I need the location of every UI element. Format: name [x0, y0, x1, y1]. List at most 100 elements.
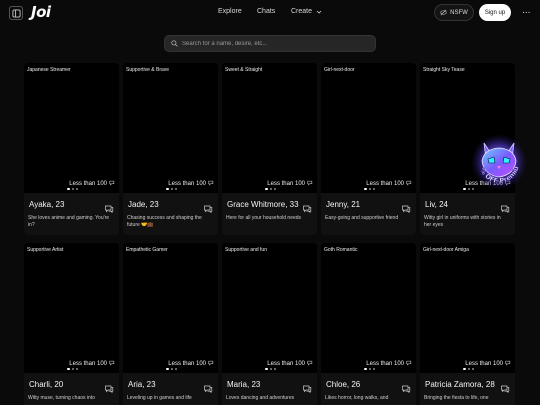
character-name: Jade, 23: [128, 200, 159, 209]
character-description: She loves anime and gaming. You're in?: [28, 215, 110, 228]
character-name: Patricia Zamora, 28: [425, 380, 495, 389]
search-input[interactable]: [182, 40, 372, 47]
image-carousel-dots[interactable]: [67, 188, 78, 190]
character-image[interactable]: [24, 243, 119, 373]
search-icon: [171, 40, 178, 47]
image-carousel-dots[interactable]: [166, 368, 177, 370]
chat-count-label: Less than 100: [168, 361, 206, 367]
sidebar-toggle-button[interactable]: [9, 6, 23, 20]
character-card[interactable]: Supportive Artist Less than 100 Charli, …: [24, 243, 119, 405]
signup-button[interactable]: Sign up: [479, 4, 511, 21]
chat-bubble-icon: [307, 180, 313, 188]
start-chat-icon[interactable]: [500, 201, 510, 214]
image-carousel-dots[interactable]: [463, 368, 474, 370]
character-image[interactable]: [24, 63, 119, 193]
chat-bubble-icon: [307, 360, 313, 368]
chat-bubble-icon: [505, 360, 511, 368]
image-carousel-dots[interactable]: [67, 368, 78, 370]
character-description: Chasing success and shaping the future 🤝…: [127, 215, 202, 228]
chat-count: Less than 100: [267, 360, 313, 368]
character-tag: Empathetic Gamer: [126, 247, 168, 253]
logo[interactable]: Joi: [31, 3, 51, 21]
image-carousel-dots[interactable]: [364, 188, 375, 190]
character-description: Leveling up in games and life: [127, 395, 192, 401]
chat-count: Less than 100: [69, 360, 115, 368]
start-chat-icon[interactable]: [203, 381, 213, 394]
character-image[interactable]: [321, 63, 416, 193]
character-grid: Japanese Streamer Less than 100 Ayaka, 2…: [24, 63, 518, 405]
character-image[interactable]: [123, 243, 218, 373]
start-chat-icon[interactable]: [302, 381, 312, 394]
chat-count: Less than 100: [168, 360, 214, 368]
chat-bubble-icon: [208, 360, 214, 368]
search-bar[interactable]: [164, 35, 376, 52]
chat-count: Less than 100: [366, 180, 412, 188]
character-name: Grace Whitmore, 33: [227, 200, 299, 209]
sidebar-icon: [11, 8, 21, 18]
character-description: Witty girl in uniforms with stories in h…: [424, 215, 501, 228]
character-name: Ayaka, 23: [29, 200, 65, 209]
chat-count-label: Less than 100: [366, 181, 404, 187]
promo-badge[interactable]: 50% OFF Premium: [470, 133, 528, 191]
character-card[interactable]: Goth Romantic Less than 100 Chloe, 26 Li…: [321, 243, 416, 405]
character-tag: Sweet & Straight: [225, 67, 263, 73]
nav-create-label: Create: [291, 8, 313, 15]
character-image[interactable]: [222, 63, 317, 193]
nsfw-toggle-button[interactable]: NSFW: [434, 4, 474, 21]
character-description: Easy-going and supportive friend: [325, 215, 399, 221]
character-name: Maria, 23: [227, 380, 261, 389]
chat-count-label: Less than 100: [69, 181, 107, 187]
character-description: Witty muse, turning chaos into: [28, 395, 95, 401]
eye-off-icon: [440, 9, 447, 16]
chat-count-label: Less than 100: [366, 361, 404, 367]
character-image[interactable]: [420, 243, 515, 373]
image-carousel-dots[interactable]: [364, 368, 375, 370]
chat-count-label: Less than 100: [168, 181, 206, 187]
chat-bubble-icon: [109, 360, 115, 368]
nav-create[interactable]: Create: [291, 8, 322, 15]
character-tag: Girl-next-door: [324, 67, 355, 73]
chat-count-label: Less than 100: [69, 361, 107, 367]
image-carousel-dots[interactable]: [265, 368, 276, 370]
start-chat-icon[interactable]: [500, 381, 510, 394]
chat-count: Less than 100: [69, 180, 115, 188]
character-tag: Straight Sky Tease: [423, 67, 465, 73]
character-card[interactable]: Girl-next-door Less than 100 Jenny, 21 E…: [321, 63, 416, 235]
character-card[interactable]: Sweet & Straight Less than 100 Grace Whi…: [222, 63, 317, 235]
chat-bubble-icon: [208, 180, 214, 188]
character-description: Here for all your household needs: [226, 215, 302, 221]
character-tag: Supportive & Brave: [126, 67, 170, 73]
start-chat-icon[interactable]: [401, 201, 411, 214]
character-name: Charli, 20: [29, 380, 64, 389]
character-tag: Girl-next-door Amiga: [423, 247, 469, 253]
image-carousel-dots[interactable]: [166, 188, 177, 190]
character-description: Likes horror, long walks, and: [325, 395, 389, 401]
chat-count: Less than 100: [267, 180, 313, 188]
more-options-button[interactable]: ···: [519, 5, 533, 19]
character-tag: Goth Romantic: [324, 247, 358, 253]
character-name: Jenny, 21: [326, 200, 361, 209]
start-chat-icon[interactable]: [302, 201, 312, 214]
nav-explore[interactable]: Explore: [218, 8, 242, 15]
character-card[interactable]: Empathetic Gamer Less than 100 Aria, 23 …: [123, 243, 218, 405]
start-chat-icon[interactable]: [203, 201, 213, 214]
chat-count: Less than 100: [366, 360, 412, 368]
nav-chats[interactable]: Chats: [257, 8, 275, 15]
nsfw-label: NSFW: [450, 9, 468, 16]
character-card[interactable]: Japanese Streamer Less than 100 Ayaka, 2…: [24, 63, 119, 235]
character-image[interactable]: [222, 243, 317, 373]
start-chat-icon[interactable]: [104, 381, 114, 394]
image-carousel-dots[interactable]: [265, 188, 276, 190]
character-card[interactable]: Supportive & Brave Less than 100 Jade, 2…: [123, 63, 218, 235]
character-card[interactable]: Supportive and fun Less than 100 Maria, …: [222, 243, 317, 405]
start-chat-icon[interactable]: [104, 201, 114, 214]
chat-bubble-icon: [406, 180, 412, 188]
chat-count: Less than 100: [168, 180, 214, 188]
character-tag: Supportive Artist: [27, 247, 64, 253]
character-image[interactable]: [321, 243, 416, 373]
start-chat-icon[interactable]: [401, 381, 411, 394]
character-tag: Japanese Streamer: [27, 67, 71, 73]
character-card[interactable]: Girl-next-door Amiga Less than 100 Patri…: [420, 243, 515, 405]
character-image[interactable]: [123, 63, 218, 193]
chat-count-label: Less than 100: [465, 361, 503, 367]
